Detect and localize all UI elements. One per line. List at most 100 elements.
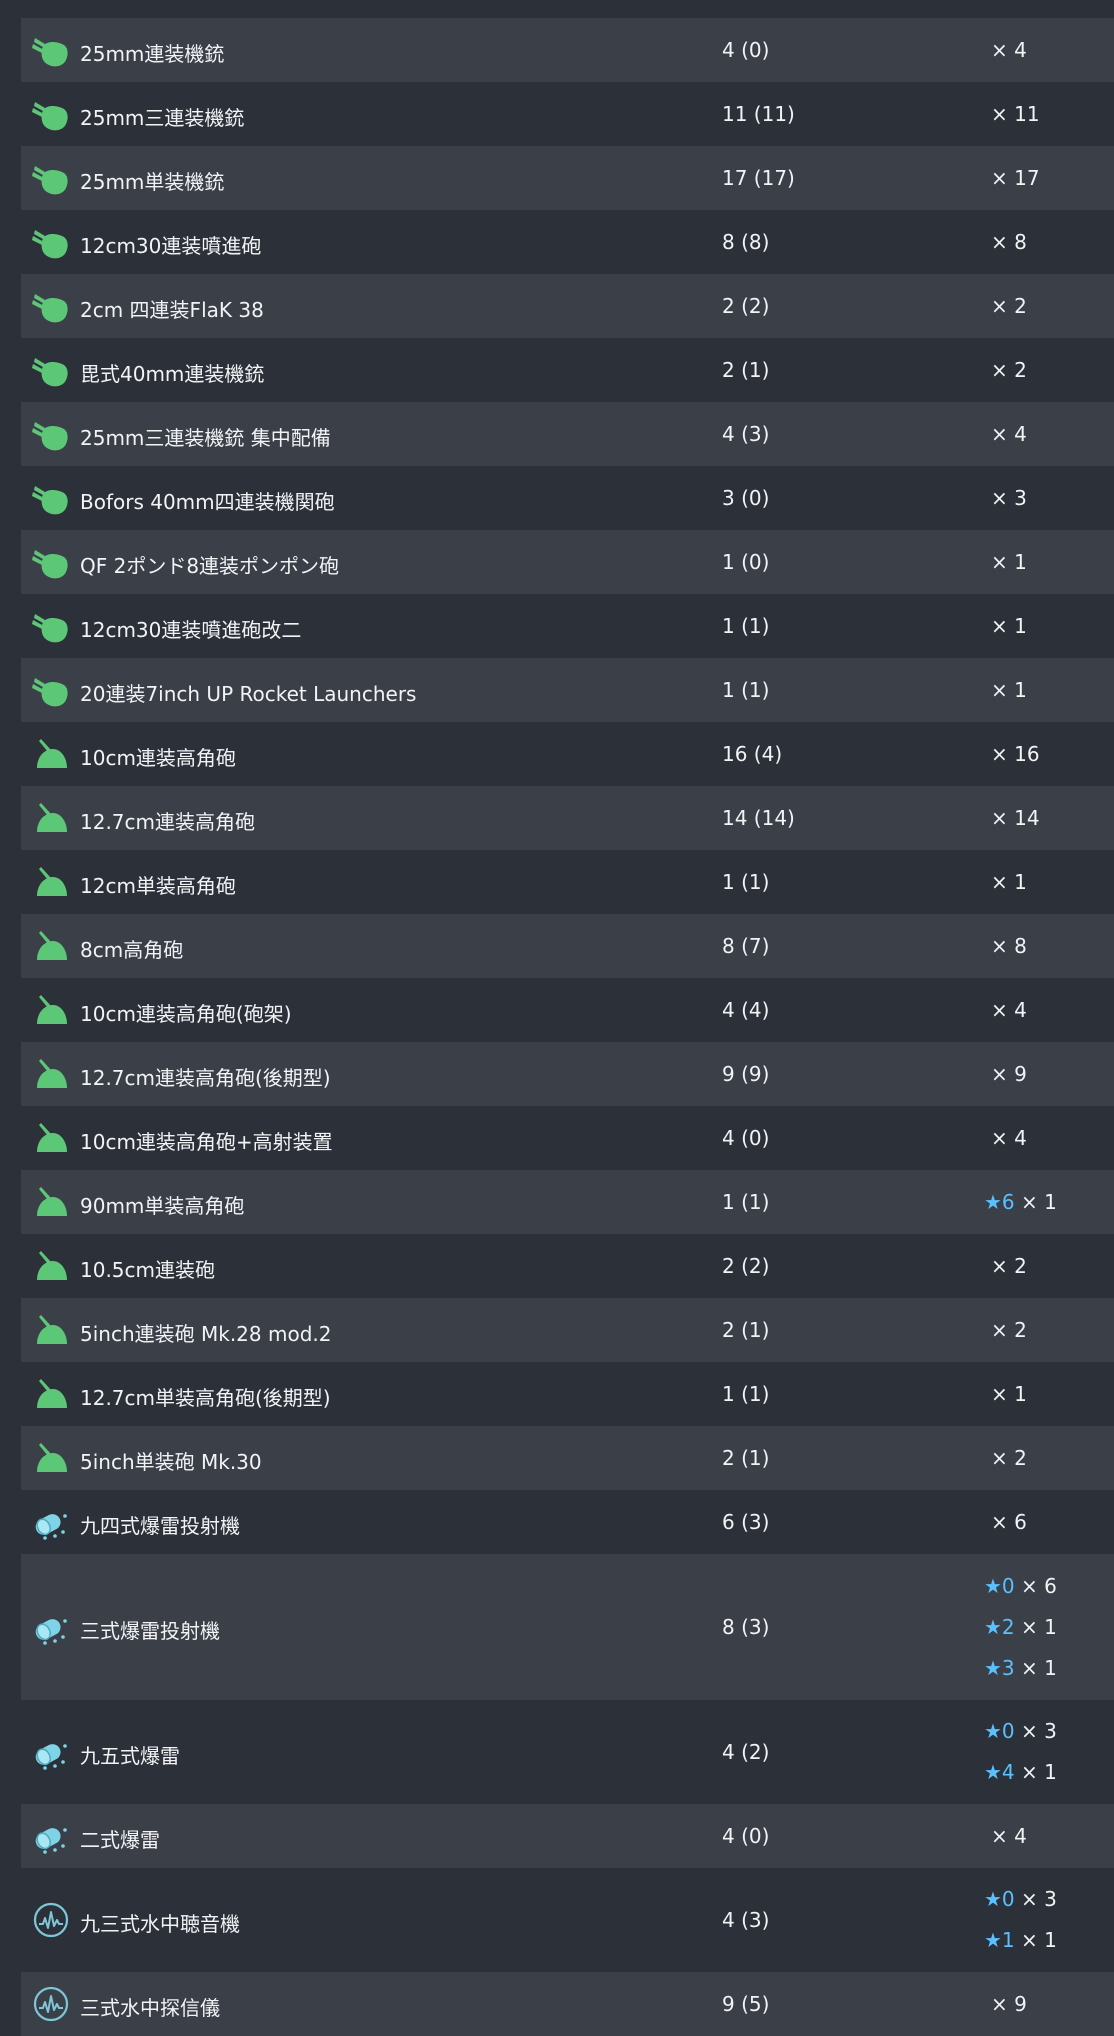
improvement-entry: × 2: [984, 1246, 1027, 1287]
aa-gun-icon: [31, 478, 71, 518]
item-count: 14 (14): [722, 806, 795, 830]
improvement-qty: × 1: [1021, 1655, 1057, 1680]
improvement-qty: × 1: [1021, 1614, 1057, 1639]
list-item: 三式爆雷投射機 8 (3) ★0 × 6 ★2 × 1 ★3 × 1: [21, 1554, 1114, 1700]
aa-gun-icon: [31, 222, 71, 262]
improvement-list: × 4: [984, 1804, 1027, 1868]
aa-gun-icon: [31, 30, 71, 70]
sonar-icon: [31, 1900, 71, 1940]
sonar-icon: [31, 1984, 71, 2024]
improvement-qty: × 8: [991, 229, 1027, 254]
improvement-star: ★6: [984, 1189, 1015, 1214]
improvement-entry: ★4 × 1: [984, 1752, 1057, 1793]
aa-gun-icon: [31, 414, 71, 454]
improvement-list: × 14: [984, 786, 1040, 850]
improvement-qty: × 1: [991, 1381, 1027, 1406]
improvement-list: × 1: [984, 850, 1027, 914]
improvement-entry: × 6: [984, 1502, 1027, 1543]
item-name: 九五式爆雷: [80, 1744, 180, 1768]
aa-gun-icon: [31, 158, 71, 198]
item-count: 16 (4): [722, 742, 783, 766]
item-count: 11 (11): [722, 102, 795, 126]
improvement-entry: × 2: [984, 1438, 1027, 1479]
list-item: 10cm連装高角砲+高射装置 4 (0) × 4: [21, 1106, 1114, 1170]
improvement-entry: ★0 × 6: [984, 1566, 1057, 1607]
ha-gun-icon: [31, 1054, 71, 1094]
aa-gun-icon: [31, 606, 71, 646]
improvement-qty: × 11: [991, 101, 1040, 126]
improvement-qty: × 1: [1021, 1760, 1057, 1784]
improvement-entry: × 1: [984, 862, 1027, 903]
item-count: 4 (0): [722, 1824, 770, 1848]
improvement-list: × 6: [984, 1490, 1027, 1554]
list-item: 2cm 四連装FlaK 38 2 (2) × 2: [21, 274, 1114, 338]
item-name: 8cm高角砲: [80, 938, 184, 962]
improvement-qty: × 3: [1021, 1719, 1057, 1743]
list-item: 九五式爆雷 4 (2) ★0 × 3 ★4 × 1: [21, 1700, 1114, 1804]
improvement-entry: × 2: [984, 350, 1027, 391]
depth-charge-icon: [31, 1732, 71, 1772]
improvement-qty: × 8: [991, 933, 1027, 958]
improvement-entry: × 1: [984, 1374, 1027, 1415]
item-count: 6 (3): [722, 1510, 770, 1534]
item-name: 10cm連装高角砲: [80, 746, 236, 770]
improvement-qty: × 1: [991, 549, 1027, 574]
list-item: Bofors 40mm四連装機関砲 3 (0) × 3: [21, 466, 1114, 530]
item-name: 12cm単装高角砲: [80, 874, 236, 898]
aa-gun-icon: [31, 350, 71, 390]
improvement-list: × 1: [984, 594, 1027, 658]
list-item: 12cm単装高角砲 1 (1) × 1: [21, 850, 1114, 914]
equipment-list: 25mm連装機銃 4 (0) × 4 25mm三連装機銃 11 (11) × 11 25mm…: [21, 18, 1114, 2036]
improvement-entry: × 1: [984, 606, 1027, 647]
item-name: 九三式水中聴音機: [80, 1912, 240, 1936]
improvement-qty: × 9: [991, 1061, 1027, 1086]
improvement-list: × 9: [984, 1972, 1027, 2036]
item-name: 三式水中探信儀: [80, 1996, 220, 2020]
item-name: 10cm連装高角砲+高射装置: [80, 1130, 333, 1154]
item-name: 25mm三連装機銃: [80, 106, 245, 130]
item-count: 9 (9): [722, 1062, 770, 1086]
item-count: 4 (3): [722, 1908, 770, 1932]
ha-gun-icon: [31, 990, 71, 1030]
improvement-entry: × 2: [984, 286, 1027, 327]
item-name: 12cm30連装噴進砲: [80, 234, 262, 258]
improvement-list: × 4: [984, 402, 1027, 466]
ha-gun-icon: [31, 734, 71, 774]
item-name: 12.7cm単装高角砲(後期型): [80, 1386, 331, 1410]
item-name: 5inch連装砲 Mk.28 mod.2: [80, 1322, 332, 1346]
improvement-entry: ★0 × 3: [984, 1879, 1057, 1920]
improvement-entry: × 4: [984, 990, 1027, 1031]
improvement-list: × 4: [984, 978, 1027, 1042]
item-name: Bofors 40mm四連装機関砲: [80, 490, 335, 514]
list-item: 5inch連装砲 Mk.28 mod.2 2 (1) × 2: [21, 1298, 1114, 1362]
improvement-star: ★0: [984, 1573, 1015, 1598]
item-count: 2 (2): [722, 294, 770, 318]
improvement-entry: × 4: [984, 1118, 1027, 1159]
improvement-qty: × 4: [991, 997, 1027, 1022]
improvement-entry: × 3: [984, 478, 1027, 519]
improvement-qty: × 1: [1021, 1928, 1057, 1952]
improvement-entry: ★1 × 1: [984, 1920, 1057, 1961]
list-item: 12.7cm連装高角砲 14 (14) × 14: [21, 786, 1114, 850]
ha-gun-icon: [31, 926, 71, 966]
item-count: 8 (7): [722, 934, 770, 958]
item-name: QF 2ポンド8連装ポンポン砲: [80, 554, 340, 578]
list-item: 九四式爆雷投射機 6 (3) × 6: [21, 1490, 1114, 1554]
improvement-qty: × 3: [991, 485, 1027, 510]
item-count: 1 (1): [722, 1190, 770, 1214]
improvement-qty: × 1: [1021, 1189, 1057, 1214]
improvement-entry: ★3 × 1: [984, 1648, 1057, 1689]
list-item: 20連装7inch UP Rocket Launchers 1 (1) × 1: [21, 658, 1114, 722]
item-count: 8 (8): [722, 230, 770, 254]
ha-gun-icon: [31, 1374, 71, 1414]
improvement-qty: × 6: [991, 1509, 1027, 1534]
ha-gun-icon: [31, 1118, 71, 1158]
item-name: 25mm三連装機銃 集中配備: [80, 426, 331, 450]
improvement-qty: × 1: [991, 677, 1027, 702]
improvement-list: × 8: [984, 914, 1027, 978]
improvement-qty: × 14: [991, 805, 1040, 830]
item-name: 12.7cm連装高角砲: [80, 810, 256, 834]
improvement-list: × 4: [984, 1106, 1027, 1170]
list-item: 10cm連装高角砲 16 (4) × 16: [21, 722, 1114, 786]
improvement-qty: × 2: [991, 357, 1027, 382]
